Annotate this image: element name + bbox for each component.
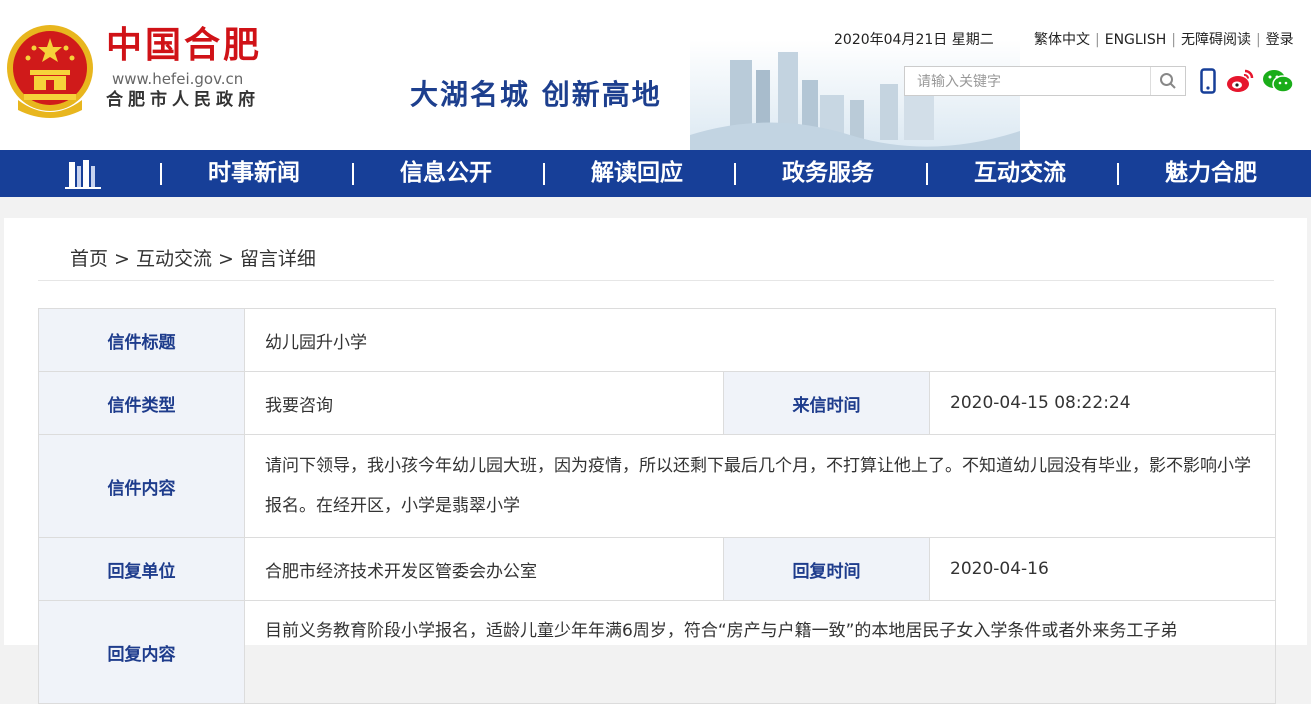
nav-divider [734,163,736,185]
nav-item-info-disclosure[interactable]: 信息公开 [400,150,492,197]
nav-item-interaction[interactable]: 互动交流 [974,150,1066,197]
breadcrumb-current: 留言详细 [239,248,316,270]
nav-divider [543,163,545,185]
type-value: 我要咨询 [244,371,724,435]
reply-time-value: 2020-04-16 [928,537,1277,601]
divider [38,280,1274,281]
wechat-icon [1263,70,1294,93]
reply-unit-value: 合肥市经济技术开发区管委会办公室 [244,537,724,601]
table-row: 信件内容 请问下领导，我小孩今年幼儿园大班，因为疫情，所以还剩下最后几个月，不打… [38,434,1277,538]
nav-divider [160,163,162,185]
breadcrumb: 首页 > 互动交流 > 留言详细 [70,244,316,271]
link-english[interactable]: ENGLISH [1105,32,1167,48]
divider: | [1095,32,1100,48]
search-box [904,66,1186,96]
type-label: 信件类型 [38,371,245,435]
nav-item-interpretation[interactable]: 解读回应 [591,150,683,197]
table-row: 信件类型 我要咨询 来信时间 2020-04-15 08:22:24 [38,371,1277,435]
weibo-button[interactable] [1224,66,1256,96]
current-date: 2020年04月21日 星期二 [834,32,994,48]
reply-content-label: 回复内容 [38,600,245,704]
top-links: 繁体中文 | ENGLISH | 无障碍阅读 | 登录 [1034,29,1294,49]
nav-divider [1117,163,1119,185]
reply-content-value: 目前义务教育阶段小学报名，适龄儿童少年年满6周岁，符合“房产与户籍一致”的本地居… [243,600,1277,704]
table-row: 回复单位 合肥市经济技术开发区管委会办公室 回复时间 2020-04-16 [38,537,1277,601]
received-time-label: 来信时间 [723,371,930,435]
search-button[interactable] [1150,67,1185,95]
main-content: 首页 > 互动交流 > 留言详细 信件标题 幼儿园升小学 信件类型 我要咨询 来信时间 … [4,218,1307,704]
home-icon [65,160,101,189]
link-traditional-chinese[interactable]: 繁体中文 [1034,32,1090,48]
table-row: 信件标题 幼儿园升小学 [38,308,1277,372]
nav-divider [352,163,354,185]
link-accessibility[interactable]: 无障碍阅读 [1181,32,1251,48]
divider: | [1255,32,1261,48]
logo-subtitle: 合肥市人民政府 [106,90,260,110]
logo-title: 中国合肥 [106,25,263,66]
nav-item-news[interactable]: 时事新闻 [208,150,300,197]
content-value: 请问下领导，我小孩今年幼儿园大班，因为疫情，所以还剩下最后几个月，不打算让他上了… [243,434,1277,538]
nav-item-charm-hefei[interactable]: 魅力合肥 [1165,150,1257,197]
nav-divider [926,163,928,185]
nav-item-services[interactable]: 政务服务 [782,150,874,197]
title-label: 信件标题 [38,308,245,372]
weibo-icon [1227,69,1254,92]
logo-url: www.hefei.gov.cn [112,70,244,88]
reply-unit-label: 回复单位 [38,537,245,601]
breadcrumb-home[interactable]: 首页 [70,248,108,270]
received-time-value: 2020-04-15 08:22:24 [928,371,1277,435]
link-login[interactable]: 登录 [1266,32,1294,48]
emblem-icon [7,25,93,118]
content-label: 信件内容 [38,434,245,538]
site-header: 中国合肥 www.hefei.gov.cn 合肥市人民政府 大湖名城 创新高地 … [0,0,1311,150]
breadcrumb-interaction[interactable]: 互动交流 [136,248,212,270]
nav-home[interactable] [60,156,106,192]
breadcrumb-separator: > [114,248,130,270]
reply-time-label: 回复时间 [723,537,930,601]
wechat-button[interactable] [1262,66,1294,96]
slogan: 大湖名城 创新高地 [410,78,662,111]
search-icon [1160,73,1176,89]
mobile-icon [1200,68,1216,94]
table-row: 回复内容 目前义务教育阶段小学报名，适龄儿童少年年满6周岁，符合“房产与户籍一致… [38,600,1277,704]
title-value: 幼儿园升小学 [243,308,1277,372]
breadcrumb-separator: > [217,248,234,270]
main-nav: 时事新闻 信息公开 解读回应 政务服务 互动交流 魅力合肥 [0,150,1311,197]
search-input[interactable] [915,71,1149,93]
divider: | [1171,32,1176,48]
mobile-button[interactable] [1192,66,1224,96]
